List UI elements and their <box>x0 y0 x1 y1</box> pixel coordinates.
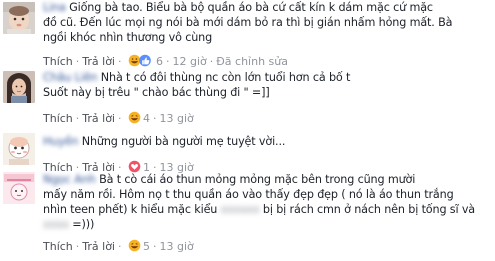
comment-text-line: nhìn teen phết) k hiểu mặc kiểu xxxxxx b… <box>43 203 476 216</box>
commenter-name[interactable]: Lina <box>43 0 66 15</box>
like-link[interactable]: Thích <box>43 240 73 253</box>
timestamp[interactable]: 13 giờ <box>160 240 194 253</box>
comment-text-line: Suốt này bị trêu " chào bác thùng đi " =… <box>43 86 270 99</box>
reaction-count: 6 <box>156 55 163 68</box>
comment-actions: Thích · Trả lời · 6 · 12 giờ · Đã chỉnh sửa <box>43 54 288 68</box>
comment-actions: Thích · Trả lời · 4 · 13 giờ <box>43 111 194 125</box>
avatar[interactable] <box>3 172 35 204</box>
avatar[interactable] <box>3 2 35 34</box>
haha-reaction-icon <box>128 111 141 124</box>
girl-photo-avatar <box>3 71 35 103</box>
comment-text: Lina Giống bà tao. Biểu bà bộ quần áo bà… <box>43 0 433 15</box>
comment-text: Huyền Những người bà người mẹ tuyệt vời.… <box>43 134 286 149</box>
commenter-name[interactable]: Ngọc Anh <box>43 172 96 187</box>
commenter-name[interactable]: Châu Liên <box>43 70 98 85</box>
reaction-summary[interactable] <box>128 111 141 124</box>
baby-photo-avatar <box>3 2 35 34</box>
avatar[interactable] <box>3 133 35 165</box>
reaction-summary[interactable] <box>128 54 154 67</box>
timestamp[interactable]: 13 giờ <box>160 112 194 125</box>
reaction-summary[interactable] <box>128 239 141 252</box>
reply-link[interactable]: Trả lời <box>82 112 115 125</box>
reaction-count: 4 <box>143 112 150 125</box>
comment-text: Ngọc Anh Bà t cò cái áo thun mỏng mỏng m… <box>43 172 416 187</box>
haha-reaction-icon <box>128 239 141 252</box>
obscured-text: xxxxxx <box>220 203 260 216</box>
edited-label[interactable]: Đã chỉnh sửa <box>216 55 288 68</box>
avatar[interactable] <box>3 71 35 103</box>
comment-text: Châu Liên Nhà t có đôi thùng nc còn lớn … <box>43 70 351 85</box>
commenter-name[interactable]: Huyền <box>43 134 79 149</box>
comment-actions: Thích · Trả lời · 5 · 13 giờ <box>43 239 194 253</box>
comment-text-line: đồ cũ. Đến lúc mọi ng nói bà mới dám bỏ … <box>43 16 453 29</box>
comment-text-line: xxxx =))) <box>43 218 95 231</box>
pink-cartoon-avatar <box>3 172 35 204</box>
reaction-icons <box>128 54 151 67</box>
like-link[interactable]: Thích <box>43 112 73 125</box>
comment-text-line: ngồi khóc nhìn thương vô cùng <box>43 31 213 44</box>
obscured-text: xxxx <box>43 218 69 231</box>
timestamp[interactable]: 12 giờ <box>173 55 207 68</box>
comment-text-line: mấy năm rồi. Hôm nọ t thu quần áo vào th… <box>43 188 454 201</box>
like-link[interactable]: Thích <box>43 55 73 68</box>
reply-link[interactable]: Trả lời <box>82 55 115 68</box>
reply-link[interactable]: Trả lời <box>82 240 115 253</box>
cartoon-avatar <box>3 133 35 165</box>
reaction-count: 5 <box>143 240 150 253</box>
